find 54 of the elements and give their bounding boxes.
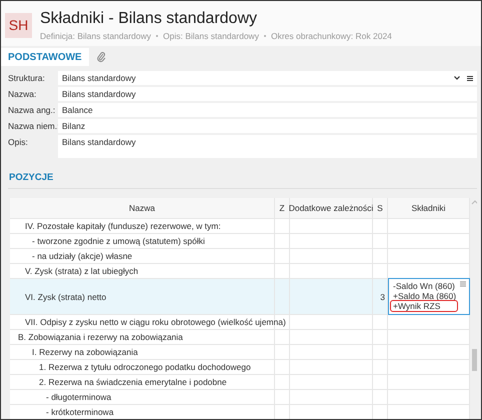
table-cell: - na udziały (akcje) własne bbox=[32, 251, 132, 261]
field-label: Struktura: bbox=[8, 72, 46, 83]
tab[interactable]: PODSTAWOWE bbox=[1, 48, 89, 66]
table-cell: 3 bbox=[380, 292, 385, 302]
table-row[interactable]: I. Rezerwy na zobowiązania bbox=[10, 345, 470, 360]
paperclip-icon bbox=[96, 51, 106, 63]
table-cell: - tworzone zgodnie z umową (statutem) spółki bbox=[32, 236, 205, 246]
field-label: Nazwa ang.: bbox=[8, 104, 56, 115]
column-header[interactable]: Z bbox=[279, 203, 285, 213]
column-header[interactable]: S bbox=[377, 203, 383, 213]
table-row[interactable]: VI. Zysk (strata) netto 3 -Saldo Wn (860) +Saldo Ma (860) +Wynik RZS bbox=[10, 279, 470, 315]
component-entry: -Saldo Wn (860) bbox=[392, 281, 456, 291]
table-row[interactable]: 2. Rezerwa na świadczenia emerytalne i podobne bbox=[10, 375, 470, 390]
input-field[interactable]: Bilanz bbox=[58, 119, 477, 133]
components-editor[interactable]: -Saldo Wn (860) +Saldo Ma (860) +Wynik RZS bbox=[388, 278, 470, 315]
input-field[interactable]: Bilans standardowy bbox=[58, 87, 477, 101]
chevron-down-icon bbox=[454, 76, 460, 80]
field-label: Nazwa: bbox=[8, 88, 38, 99]
textarea-field[interactable]: Bilans standardowy bbox=[58, 135, 477, 158]
table-row[interactable]: VII. Odpisy z zysku netto w ciągu roku obrotowego (wielkość ujemna) bbox=[10, 315, 470, 330]
column-header[interactable]: Nazwa bbox=[129, 203, 155, 213]
meta-text: Okres obrachunkowy: Rok 2024 bbox=[270, 30, 392, 40]
field-label: Nazwa niem.: bbox=[8, 120, 58, 131]
menu-icon[interactable] bbox=[467, 76, 473, 80]
component-entry: +Saldo Ma (860) bbox=[392, 291, 458, 301]
table-cell: - krótkoterminowa bbox=[46, 407, 114, 417]
table-cell: VI. Zysk (strata) netto bbox=[25, 292, 106, 302]
field-label: Opis: bbox=[8, 136, 29, 147]
table-row[interactable]: B. Zobowiązania i rezerwy na zobowiązania bbox=[10, 330, 470, 345]
scrollbar-thumb[interactable] bbox=[472, 349, 477, 371]
table-cell: B. Zobowiązania i rezerwy na zobowiązania bbox=[18, 332, 183, 342]
meta-text: Opis: Bilans standardowy bbox=[163, 30, 259, 40]
scroll-up-icon[interactable] bbox=[471, 200, 477, 205]
table-cell: - długoterminowa bbox=[46, 392, 112, 402]
table-cell: 1. Rezerwa z tytułu odroczonego podatku dochodowego bbox=[39, 362, 251, 372]
table-cell: IV. Pozostałe kapitały (fundusze) rezerwowe, w tym: bbox=[25, 221, 221, 231]
table-row[interactable]: - długoterminowa bbox=[10, 390, 470, 405]
column-header[interactable]: Składniki bbox=[411, 203, 446, 213]
meta-text: Definicja: Bilans standardowy bbox=[40, 30, 152, 40]
table-row[interactable]: IV. Pozostałe kapitały (fundusze) rezerwowe, w tym: bbox=[10, 219, 470, 234]
table-row[interactable]: - na udziały (akcje) własne bbox=[10, 249, 470, 264]
table-row[interactable]: 1. Rezerwa z tytułu odroczonego podatku dochodowego bbox=[10, 360, 470, 375]
input-field[interactable]: Balance bbox=[58, 103, 477, 117]
dropdown-field[interactable]: Bilans standardowy bbox=[58, 71, 477, 85]
table-cell: V. Zysk (strata) z lat ubiegłych bbox=[25, 266, 138, 276]
table-cell: I. Rezerwy na zobowiązania bbox=[32, 347, 138, 357]
component-entry: +Wynik RZS bbox=[391, 301, 457, 311]
table-cell: 2. Rezerwa na świadczenia emerytalne i podobne bbox=[39, 377, 227, 387]
table-cell: VII. Odpisy z zysku netto w ciągu roku obrotowego (wielkość ujemna) bbox=[25, 317, 286, 327]
window-title: Składniki - Bilans standardowy bbox=[40, 10, 258, 28]
section-title: POZYCJE bbox=[8, 172, 477, 189]
column-header[interactable]: Dodatkowe zależności bbox=[288, 203, 374, 213]
avatar-badge: SH bbox=[5, 12, 32, 38]
table-row[interactable]: - tworzone zgodnie z umową (statutem) spółki bbox=[10, 234, 470, 249]
